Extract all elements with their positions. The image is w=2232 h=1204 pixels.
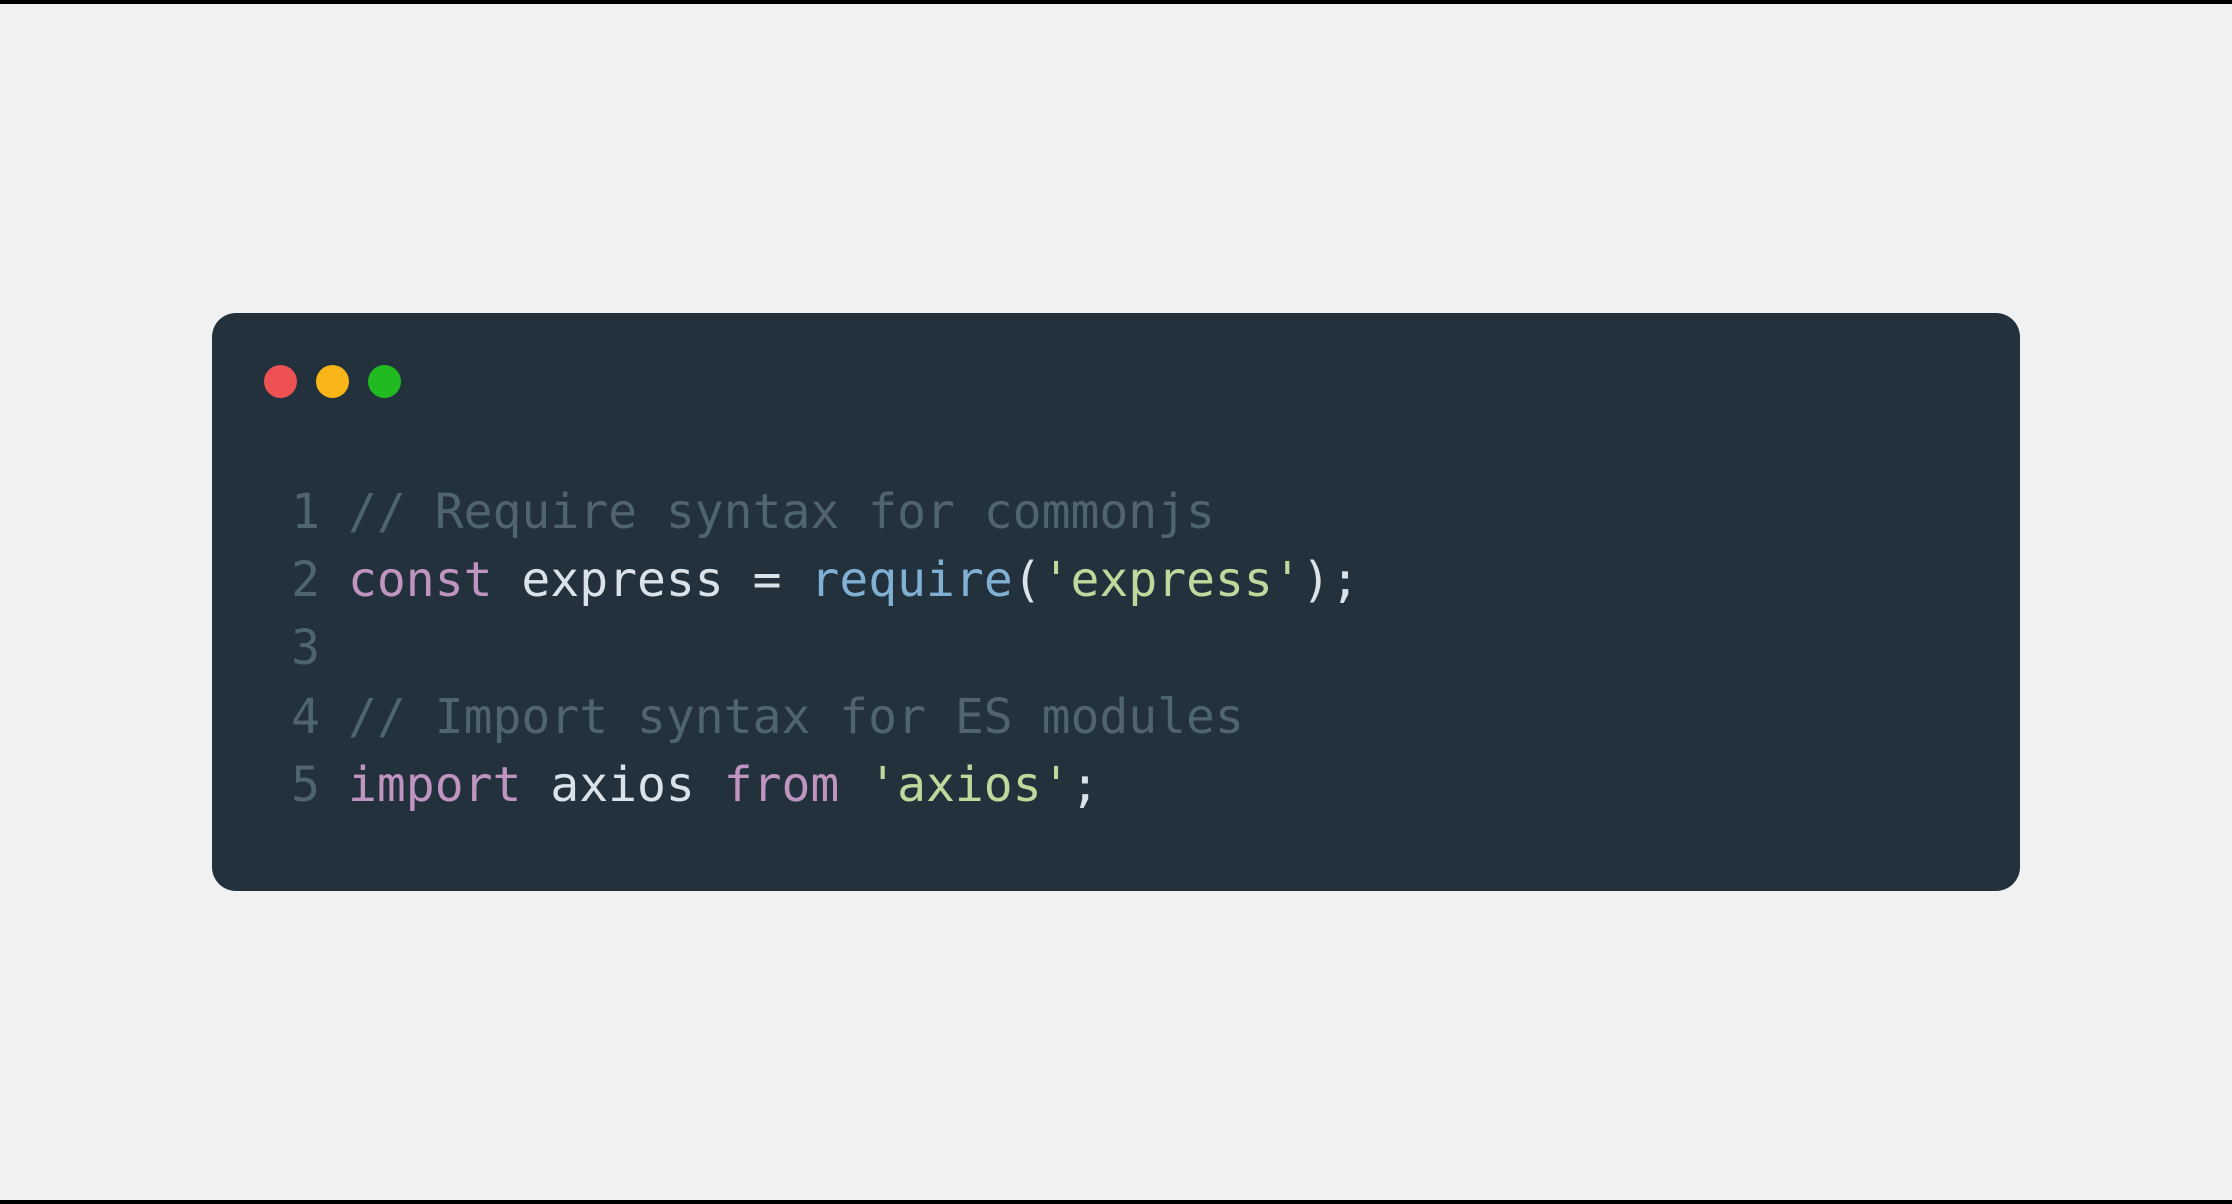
- paren-token: ): [1302, 552, 1331, 608]
- keyword-token: const: [348, 552, 493, 608]
- code-line: 4 // Import syntax for ES modules: [264, 683, 1968, 751]
- line-number: 4: [264, 683, 320, 751]
- code-content: // Require syntax for commonjs: [348, 478, 1215, 546]
- code-content: // Import syntax for ES modules: [348, 683, 1244, 751]
- line-number: 5: [264, 751, 320, 819]
- comment-token: // Require syntax for commonjs: [348, 484, 1215, 540]
- semicolon-token: ;: [1071, 757, 1100, 813]
- semicolon-token: ;: [1331, 552, 1360, 608]
- string-token: 'axios': [868, 757, 1070, 813]
- code-content: const express = require('express');: [348, 546, 1360, 614]
- line-number: 2: [264, 546, 320, 614]
- code-line: 1 // Require syntax for commonjs: [264, 478, 1968, 546]
- code-content: import axios from 'axios';: [348, 751, 1099, 819]
- identifier-token: express: [521, 552, 723, 608]
- code-body: 1 // Require syntax for commonjs 2 const…: [264, 478, 1968, 819]
- keyword-token: from: [724, 757, 840, 813]
- code-window: 1 // Require syntax for commonjs 2 const…: [212, 313, 2020, 891]
- line-number: 1: [264, 478, 320, 546]
- keyword-token: import: [348, 757, 521, 813]
- minimize-icon[interactable]: [316, 365, 349, 398]
- comment-token: // Import syntax for ES modules: [348, 689, 1244, 745]
- operator-token: =: [753, 552, 782, 608]
- function-token: require: [810, 552, 1012, 608]
- identifier-token: axios: [550, 757, 695, 813]
- code-line: 5 import axios from 'axios';: [264, 751, 1968, 819]
- maximize-icon[interactable]: [368, 365, 401, 398]
- code-line: 2 const express = require('express');: [264, 546, 1968, 614]
- traffic-lights: [264, 365, 1968, 398]
- paren-token: (: [1013, 552, 1042, 608]
- code-line: 3: [264, 614, 1968, 682]
- line-number: 3: [264, 614, 320, 682]
- string-token: 'express': [1042, 552, 1302, 608]
- close-icon[interactable]: [264, 365, 297, 398]
